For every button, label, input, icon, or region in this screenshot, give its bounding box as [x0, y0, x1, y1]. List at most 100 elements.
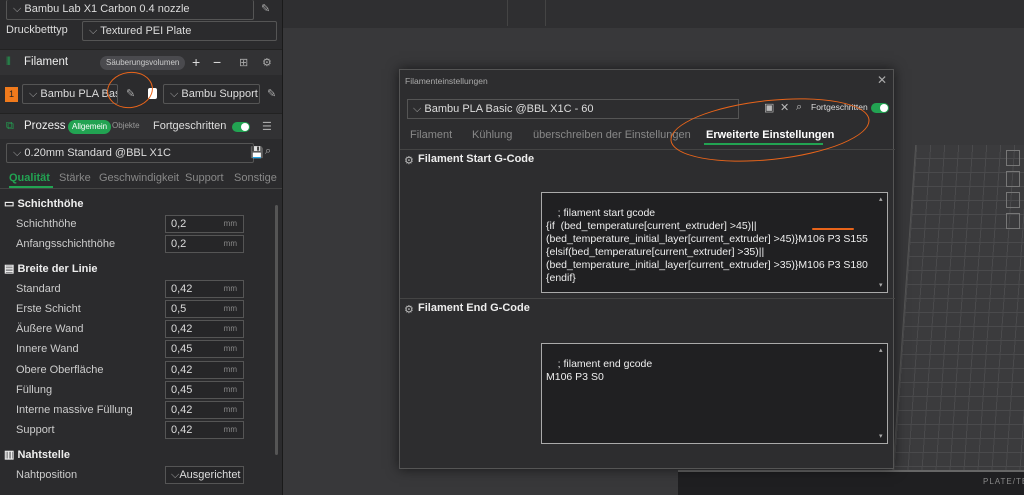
filament-section-header: ⦀ Filament Säuberungsvolumen + − ⊞ ⚙ — [0, 49, 282, 75]
seam-icon: ▥ — [4, 449, 18, 461]
tab-objects[interactable]: Objekte — [112, 121, 140, 130]
plate-type-label: Druckbetttyp — [6, 24, 68, 36]
remove-filament-icon[interactable]: − — [213, 54, 221, 70]
param-unit: mm — [223, 385, 237, 394]
sync-icon[interactable]: ⊞ — [239, 56, 248, 69]
group-title: Nahtstelle — [17, 449, 71, 461]
param-value: 0,45 — [171, 384, 193, 396]
list-icon[interactable]: ☰ — [262, 120, 272, 133]
end-gcode-editor[interactable]: ; filament end gcode M106 P3 S0 — [541, 343, 888, 444]
param-input[interactable]: 0,2 mm — [165, 215, 244, 233]
filament-preset-select-1[interactable]: ⌵ Bambu PLA Basic — [22, 84, 118, 104]
tab-overrides[interactable]: überschreiben der Einstellungen — [533, 129, 691, 141]
tab-cooling[interactable]: Kühlung — [472, 129, 512, 141]
panel-scrollbar[interactable] — [275, 205, 278, 455]
param-label: Schichthöhe — [16, 218, 77, 230]
printer-name: Bambu Lab X1 Carbon 0.4 nozzle — [24, 3, 190, 15]
edit-support-filament-icon[interactable]: ✎ — [267, 87, 276, 100]
param-unit: mm — [223, 239, 237, 248]
param-label: Anfangsschichthöhe — [16, 238, 116, 250]
dialog-advanced-toggle[interactable] — [871, 103, 889, 113]
filament-preset-2: Bambu Support W — [181, 88, 259, 100]
view-tool-icon[interactable] — [1006, 192, 1020, 208]
param-label: Obere Oberfläche — [16, 364, 104, 376]
advanced-label: Fortgeschritten — [153, 120, 227, 132]
process-section-header: ⧉ Prozess Allgemein Objekte Fortgeschrit… — [0, 113, 282, 139]
layer-height-icon: ▭ — [4, 198, 18, 210]
param-input[interactable]: 0,42 mm — [165, 421, 244, 439]
tab-strength[interactable]: Stärke — [59, 172, 91, 184]
edit-icon[interactable]: ✎ — [261, 2, 270, 15]
printer-select[interactable]: ⌵ Bambu Lab X1 Carbon 0.4 nozzle — [6, 0, 254, 20]
param-input[interactable]: 0,45 mm — [165, 381, 244, 399]
param-label: Interne massive Füllung — [16, 404, 133, 416]
end-gcode-text: ; filament end gcode M106 P3 S0 — [546, 358, 653, 383]
toolbar-button[interactable] — [507, 0, 545, 26]
gear-icon[interactable]: ⚙ — [262, 56, 272, 69]
filament-title: Filament — [24, 56, 69, 68]
seam-position-select[interactable]: ⌵Ausgerichtet — [165, 466, 244, 484]
viewport-side-tools[interactable] — [1006, 150, 1020, 234]
start-gcode-editor[interactable]: ; filament start gcode {if (bed_temperat… — [541, 192, 888, 293]
close-icon[interactable]: ✕ — [877, 73, 887, 87]
param-value: 0,2 — [171, 238, 187, 250]
start-gcode-title: Filament Start G-Code — [418, 153, 535, 165]
param-input[interactable]: 0,45 mm — [165, 340, 244, 358]
process-preset-value: 0.20mm Standard @BBL X1C — [24, 147, 171, 159]
gear-icon: ⚙ — [404, 155, 414, 167]
view-tool-icon[interactable] — [1006, 150, 1020, 166]
tab-others[interactable]: Sonstige — [234, 172, 277, 184]
tab-quality[interactable]: Qualität — [9, 172, 50, 184]
plate-type-select[interactable]: ⌵ Textured PEI Plate — [82, 21, 277, 41]
filament-slot-badge: 1 — [5, 87, 18, 102]
param-input[interactable]: 0,42 mm — [165, 401, 244, 419]
param-label: Innere Wand — [16, 343, 79, 355]
param-unit: mm — [223, 405, 237, 414]
plate-type-value: Textured PEI Plate — [100, 25, 192, 37]
view-tool-icon[interactable] — [1006, 171, 1020, 187]
param-input[interactable]: 0,42 mm — [165, 361, 244, 379]
advanced-toggle[interactable] — [232, 122, 250, 132]
process-preset-select[interactable]: ⌵ 0.20mm Standard @BBL X1C — [6, 143, 254, 163]
group-layer-height: ▭ Schichthöhe — [4, 197, 83, 210]
tab-global[interactable]: Allgemein — [68, 120, 112, 134]
build-plate-label: PLATE/TEX/PEI — [983, 477, 1024, 486]
line-width-icon: ▤ — [4, 263, 18, 275]
param-unit: mm — [223, 284, 237, 293]
toolbar-button[interactable] — [545, 0, 583, 26]
purge-volume-button[interactable]: Säuberungsvolumen — [100, 56, 186, 70]
dialog-preset-select[interactable]: ⌵ Bambu PLA Basic @BBL X1C - 60 — [407, 99, 739, 119]
start-gcode-text: ; filament start gcode {if (bed_temperat… — [546, 207, 868, 284]
param-input[interactable]: 0,42 mm — [165, 320, 244, 338]
tab-speed[interactable]: Geschwindigkeit — [99, 172, 179, 184]
param-value: Ausgerichtet — [179, 469, 241, 481]
param-input[interactable]: 0,5 mm — [165, 300, 244, 318]
param-value: 0,45 — [171, 343, 193, 355]
tab-support[interactable]: Support — [185, 172, 224, 184]
search-icon[interactable]: ⌕ — [265, 145, 271, 158]
param-value: 0,42 — [171, 323, 193, 335]
section-separator — [400, 298, 895, 299]
process-icon: ⧉ — [6, 120, 14, 132]
annotation-underline — [812, 228, 854, 230]
param-input[interactable]: 0,42 mm — [165, 280, 244, 298]
group-title: Schichthöhe — [17, 198, 84, 210]
code-scrollbar[interactable] — [879, 193, 885, 292]
end-gcode-title: Filament End G-Code — [418, 302, 530, 314]
param-unit: mm — [223, 425, 237, 434]
code-scrollbar[interactable] — [879, 344, 885, 443]
tab-filament[interactable]: Filament — [410, 129, 452, 141]
param-value: 0,5 — [171, 303, 187, 315]
param-value: 0,42 — [171, 364, 193, 376]
process-title: Prozess — [24, 120, 66, 132]
add-filament-icon[interactable]: + — [192, 54, 200, 70]
param-unit: mm — [223, 219, 237, 228]
build-plate-front — [678, 470, 1024, 495]
param-value: 0,42 — [171, 404, 193, 416]
filament-preset-select-2[interactable]: ⌵ Bambu Support W — [163, 84, 260, 104]
view-tool-icon[interactable] — [1006, 213, 1020, 229]
param-label: Support — [16, 424, 55, 436]
group-seam: ▥ Nahtstelle — [4, 448, 70, 461]
save-icon[interactable]: 💾 — [250, 146, 264, 159]
param-input[interactable]: 0,2 mm — [165, 235, 244, 253]
